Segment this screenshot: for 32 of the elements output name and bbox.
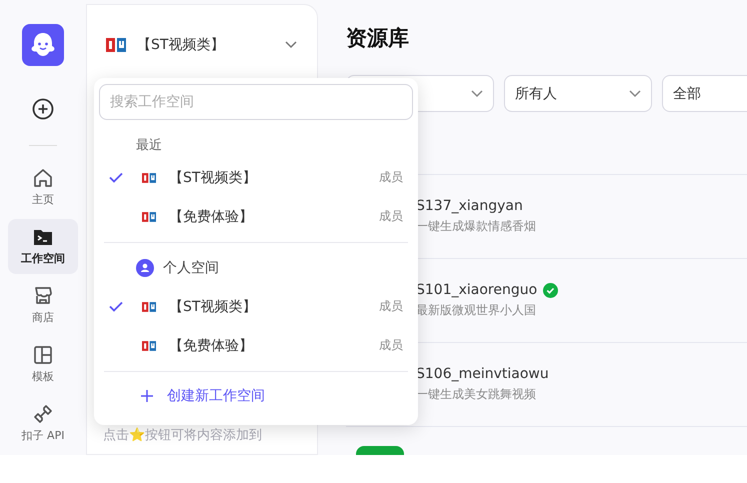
- filter-select[interactable]: 所有人: [504, 75, 652, 112]
- plus-icon: [141, 390, 153, 402]
- resource-description: 最新版微观世界小人国: [416, 302, 537, 319]
- section-label: 个人空间: [163, 259, 219, 277]
- house-icon: [32, 167, 54, 190]
- chevron-down-icon: [629, 90, 641, 98]
- filter-select[interactable]: 全部: [662, 75, 747, 112]
- nav-item[interactable]: 主页: [8, 160, 78, 215]
- workspace-logo-icon: [141, 210, 157, 224]
- nav-item[interactable]: 模板: [8, 336, 78, 392]
- section-label: 最近: [135, 137, 163, 155]
- resource-name: S137_xiangyan: [416, 198, 523, 214]
- layout-icon: [32, 344, 54, 366]
- empty-hint: 点击⭐按钮可将内容添加到: [102, 426, 263, 445]
- nav-item[interactable]: 扣子 API: [8, 396, 78, 451]
- workspace-logo-icon: [141, 300, 157, 314]
- chevron-down-icon: [285, 41, 297, 49]
- resource-name: S101_xiaorenguo: [416, 282, 538, 298]
- page-title: 资源库: [346, 25, 410, 52]
- ghost-logo-icon: [22, 24, 64, 66]
- workspace-logo-icon: [141, 338, 157, 352]
- search-field[interactable]: 搜索工作空间: [99, 84, 413, 120]
- link-icon: [32, 403, 54, 426]
- workspace-logo-icon: [141, 170, 157, 184]
- nav-item[interactable]: 工作空间: [8, 218, 78, 274]
- workspace-logo-icon: [105, 35, 127, 55]
- resource-name: S106_meinvtiaowu: [416, 366, 549, 382]
- create-workspace-button[interactable]: 创建新工作空间: [99, 378, 265, 414]
- person-avatar-icon: [136, 259, 154, 277]
- chevron-down-icon: [471, 90, 483, 98]
- nav-item[interactable]: 商店: [8, 278, 78, 333]
- add-button[interactable]: [32, 98, 54, 120]
